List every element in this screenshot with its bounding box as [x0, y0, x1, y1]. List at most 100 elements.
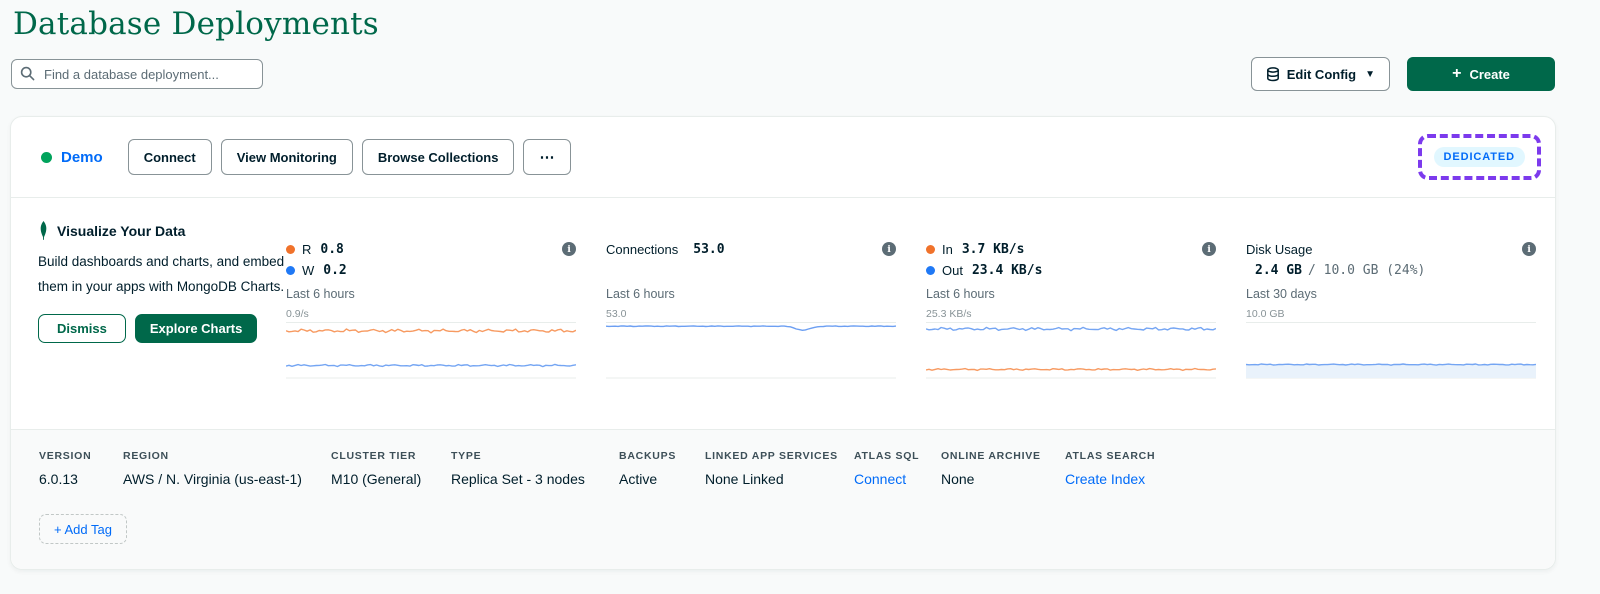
sparkline-area-fill	[1246, 364, 1536, 378]
y-axis-max-label: 25.3 KB/s	[926, 301, 1216, 323]
legend-row: Out 23.4 KB/s	[926, 260, 1202, 280]
sparkline-series-out	[926, 326, 1216, 332]
cluster-card-body: Visualize Your Data Build dashboards and…	[11, 199, 1555, 430]
metric-label: W	[302, 262, 315, 278]
metadata-label: ATLAS SQL	[854, 450, 920, 462]
legend-row: Disk Usage	[1246, 239, 1522, 259]
metadata-field: LINKED APP SERVICES None Linked	[705, 450, 854, 487]
charts-promo: Visualize Your Data Build dashboards and…	[38, 221, 286, 343]
metadata-field: CLUSTER TIER M10 (General)	[331, 450, 451, 487]
metadata-value: None Linked	[705, 471, 784, 487]
panel-header: In 3.7 KB/s Out 23.4 KB/s i	[926, 239, 1216, 285]
metadata-link[interactable]: Connect	[854, 471, 929, 487]
cluster-card: Demo Connect View Monitoring Browse Coll…	[10, 116, 1556, 570]
info-icon[interactable]: i	[1522, 242, 1536, 256]
more-options-button[interactable]: ⋯	[523, 139, 572, 175]
y-axis-max-label: 10.0 GB	[1246, 301, 1536, 323]
sparkline-chart	[286, 328, 576, 379]
dismiss-button[interactable]: Dismiss	[38, 313, 126, 343]
add-tag-button[interactable]: + Add Tag	[39, 514, 127, 544]
time-range-caption: Last 30 days	[1246, 287, 1317, 301]
legend-row: In 3.7 KB/s	[926, 239, 1202, 259]
metadata-label: ONLINE ARCHIVE	[941, 450, 1041, 462]
database-icon	[1266, 66, 1279, 81]
sparkline-chart	[926, 326, 1216, 379]
series-dot-icon	[926, 265, 935, 275]
metric-label: Out	[942, 262, 963, 278]
metadata-value: AWS / N. Virginia (us-east-1)	[123, 471, 302, 487]
series-dot-icon	[286, 265, 295, 275]
panel-header: Connections 53.0 i	[606, 239, 896, 285]
sparkline-series-connections	[606, 325, 896, 332]
metadata-label: TYPE	[451, 450, 482, 462]
metric-label: Connections	[606, 241, 679, 257]
metadata-label: VERSION	[39, 450, 92, 462]
annotation-highlight-box: DEDICATED	[1417, 134, 1541, 180]
cluster-card-footer: VERSION 6.0.13 REGION AWS / N. Virginia (us…	[11, 429, 1555, 569]
metric-panel-connections[interactable]: Connections 53.0 i Last 6 hours 53.0	[606, 239, 896, 379]
explore-charts-button[interactable]: Explore Charts	[134, 313, 258, 343]
panel-header: R 0.8 W 0.2 i	[286, 239, 576, 285]
info-icon[interactable]: i	[562, 242, 576, 256]
cluster-card-header: Demo Connect View Monitoring Browse Coll…	[11, 117, 1555, 198]
cluster-metadata-fields: VERSION 6.0.13 REGION AWS / N. Virginia (us…	[39, 450, 1555, 487]
tier-badge: DEDICATED	[1433, 147, 1525, 167]
info-icon[interactable]: i	[1202, 242, 1216, 256]
legend: Connections 53.0	[606, 239, 882, 285]
y-axis-max-label: 53.0	[606, 301, 896, 323]
page-title: Database Deployments	[13, 6, 379, 42]
metric-panel-network[interactable]: In 3.7 KB/s Out 23.4 KB/s i Last 6 hours 25.3 …	[926, 239, 1216, 379]
mongodb-leaf-icon	[40, 221, 47, 240]
create-button[interactable]: + Create	[1407, 57, 1555, 91]
metric-panel-read-write[interactable]: R 0.8 W 0.2 i Last 6 hours 0.9/s	[286, 239, 576, 379]
view-monitoring-button[interactable]: View Monitoring	[220, 139, 353, 175]
chevron-down-icon: ▼	[1365, 68, 1375, 80]
sparkline-series-w	[286, 363, 576, 368]
series-dot-icon	[286, 244, 295, 254]
metric-label: Disk Usage	[1246, 241, 1313, 257]
metric-value: 53.0	[693, 241, 725, 257]
legend-row: W 0.2	[286, 260, 562, 280]
legend-row: 2.4 GB / 10.0 GB (24%)	[1246, 260, 1522, 280]
legend-row: R 0.8	[286, 239, 562, 259]
metadata-value: None	[941, 471, 975, 487]
header-actions: Edit Config ▼ + Create	[1250, 57, 1555, 91]
metric-value-secondary: / 10.0 GB (24%)	[1307, 262, 1426, 278]
legend-row: Connections 53.0	[606, 239, 882, 259]
metadata-field: ONLINE ARCHIVE None	[941, 450, 1065, 487]
metric-value: 3.7 KB/s	[961, 241, 1025, 257]
browse-collections-button[interactable]: Browse Collections	[361, 139, 515, 175]
metric-label: R	[302, 241, 312, 257]
series-dot-icon	[926, 244, 935, 254]
search-icon	[20, 66, 35, 81]
promo-heading-row: Visualize Your Data	[38, 221, 286, 240]
sparkline-series-r	[286, 328, 576, 334]
metadata-value: Active	[619, 471, 658, 487]
cluster-status-icon	[41, 151, 52, 163]
cluster-name-link[interactable]: Demo	[61, 149, 103, 166]
metric-value: 0.8	[320, 241, 344, 257]
legend: Disk Usage 2.4 GB / 10.0 GB (24%)	[1246, 239, 1522, 285]
edit-config-button[interactable]: Edit Config ▼	[1250, 57, 1390, 91]
metadata-value: M10 (General)	[331, 471, 422, 487]
metric-value: 2.4 GB	[1255, 262, 1302, 278]
info-icon[interactable]: i	[882, 242, 896, 256]
metadata-field: BACKUPS Active	[619, 450, 705, 487]
search-input[interactable]	[11, 59, 263, 89]
badge-zone: DEDICATED	[1417, 134, 1541, 180]
metric-value: 0.2	[323, 262, 347, 278]
metric-label: In	[942, 241, 953, 257]
metadata-label: REGION	[123, 450, 169, 462]
y-axis-max-label: 0.9/s	[286, 301, 576, 323]
create-label: Create	[1469, 66, 1510, 82]
connect-button[interactable]: Connect	[127, 139, 212, 175]
deployment-search[interactable]	[11, 59, 263, 89]
legend: R 0.8 W 0.2	[286, 239, 562, 285]
metadata-label: ATLAS SEARCH	[1065, 450, 1156, 462]
metadata-value: Replica Set - 3 nodes	[451, 471, 585, 487]
time-range-caption: Last 6 hours	[926, 287, 995, 301]
metadata-link[interactable]: Create Index	[1065, 471, 1155, 487]
metric-panel-disk-usage[interactable]: Disk Usage 2.4 GB / 10.0 GB (24%) i Last 30 …	[1246, 239, 1536, 379]
metadata-field: ATLAS SQL Connect	[854, 450, 941, 487]
metadata-field: REGION AWS / N. Virginia (us-east-1)	[123, 450, 331, 487]
